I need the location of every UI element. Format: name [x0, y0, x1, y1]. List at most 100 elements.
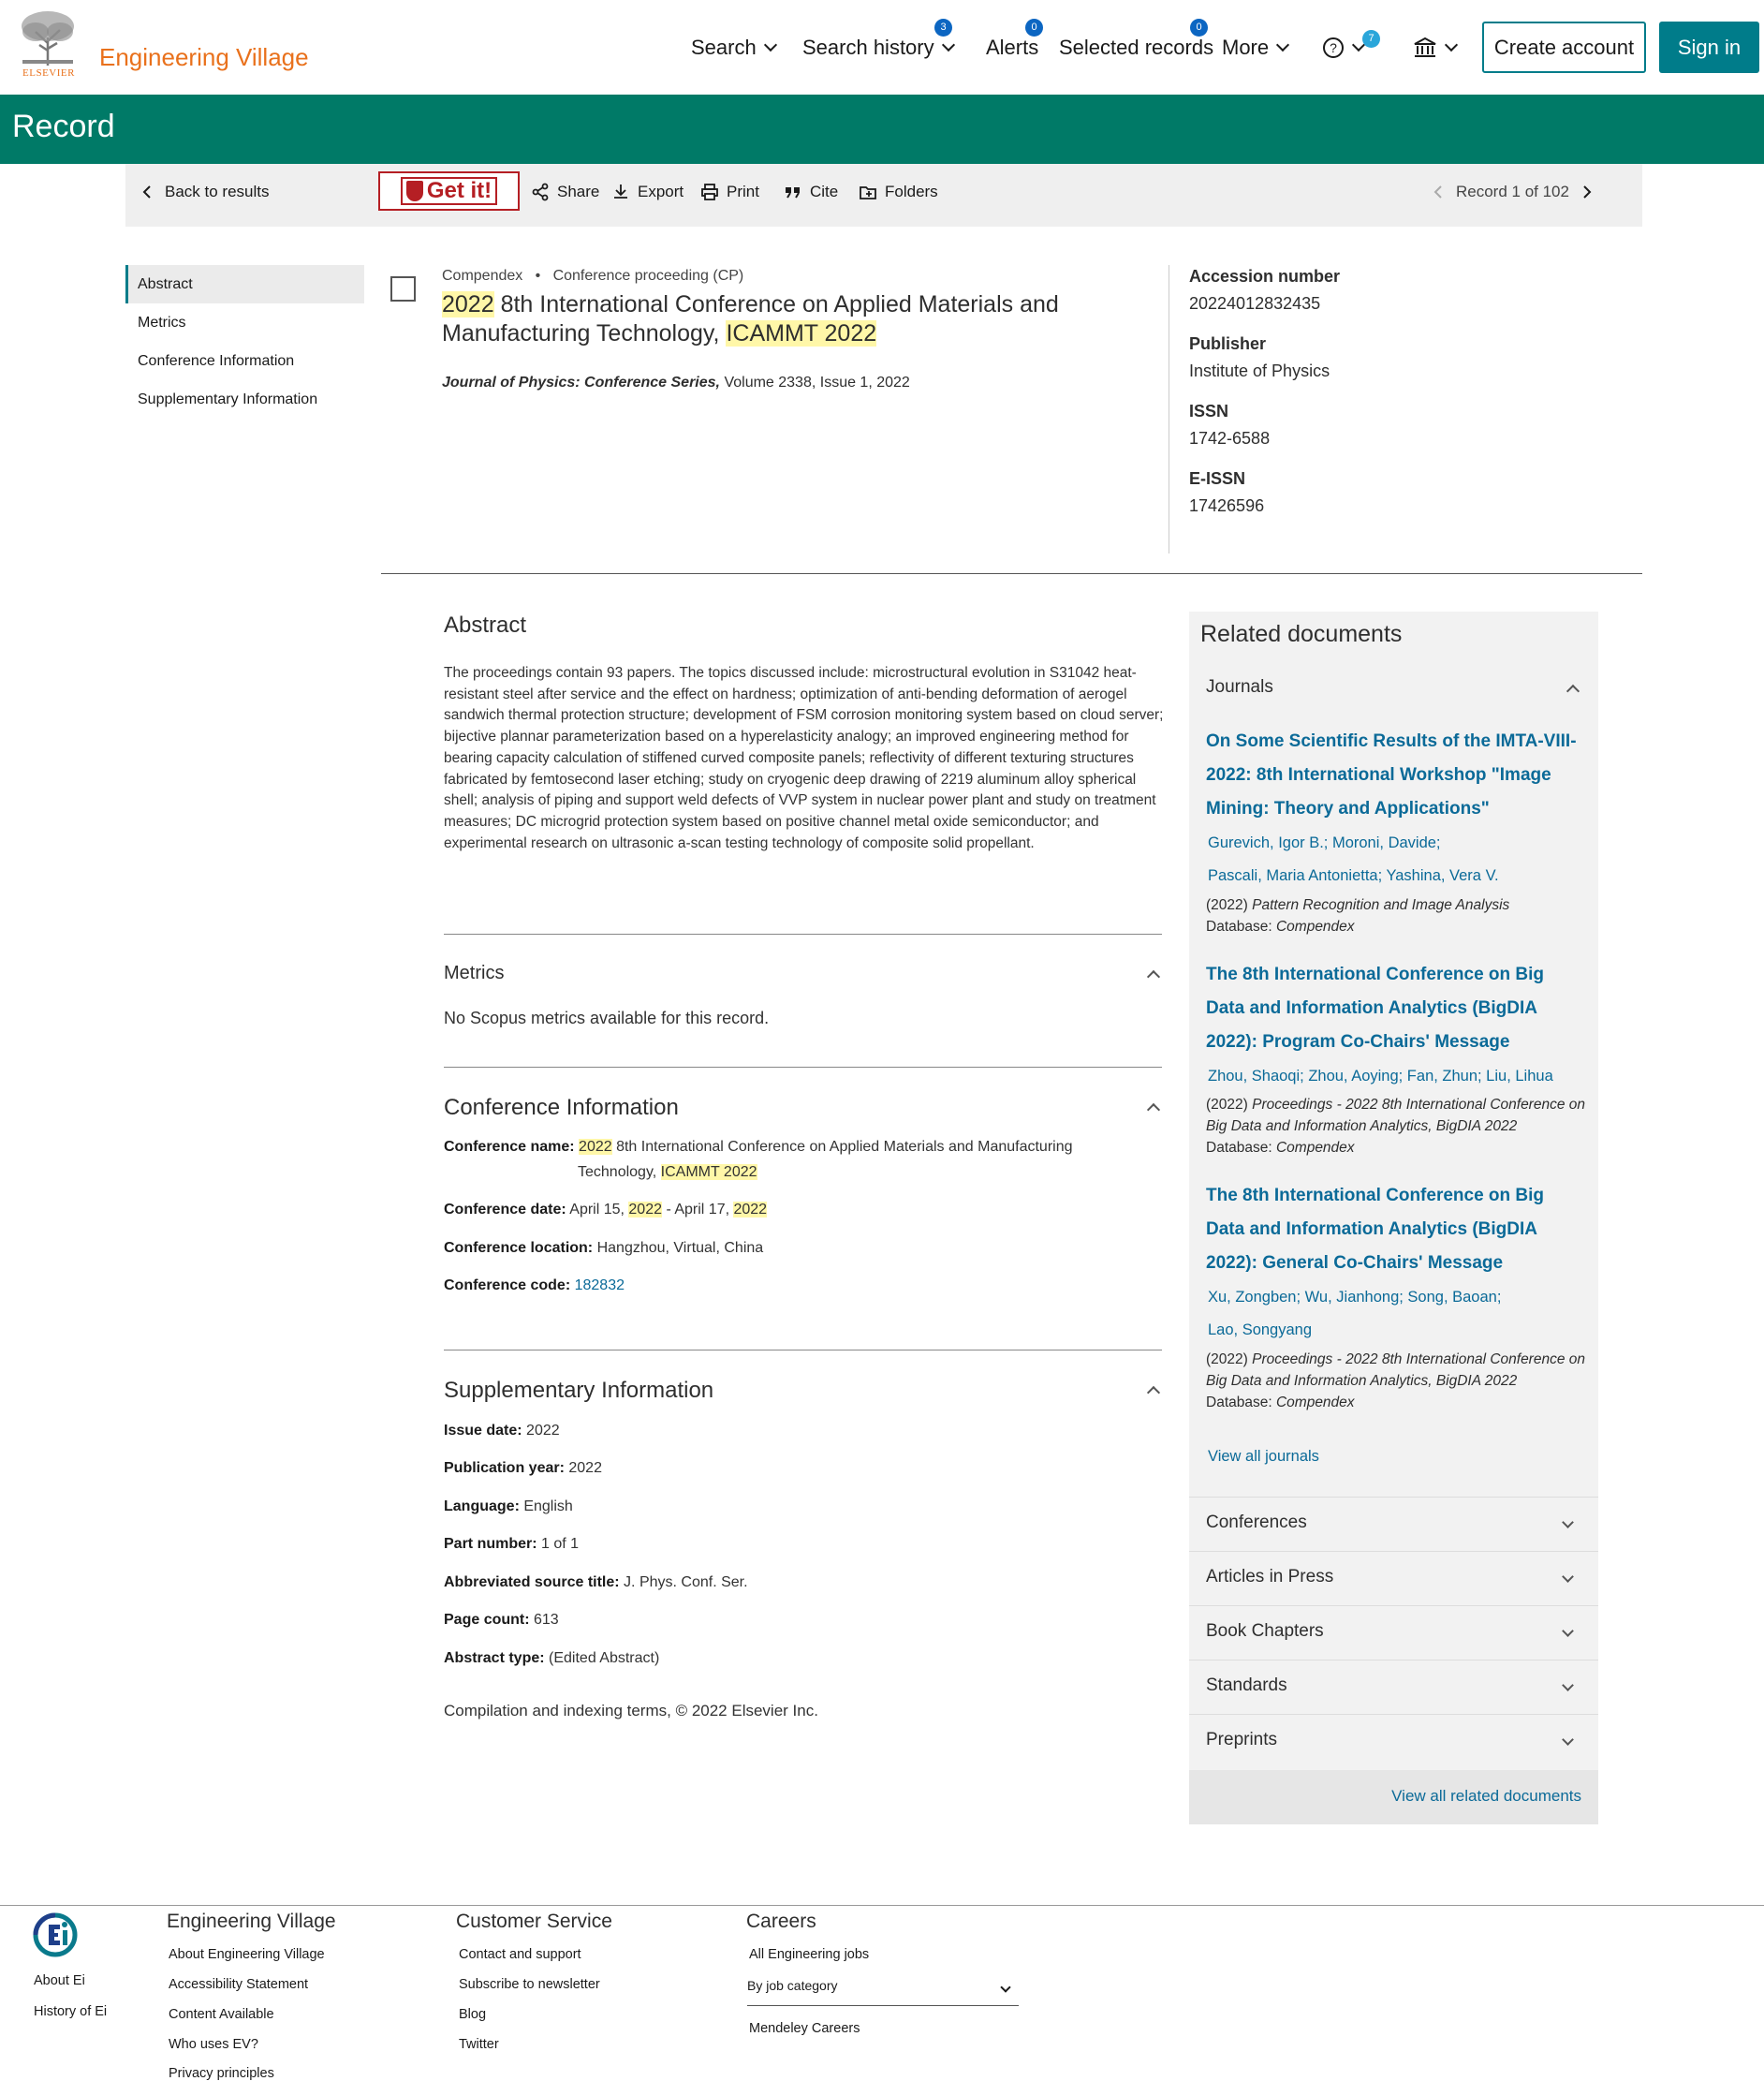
footer-link[interactable]: Twitter [459, 2037, 499, 2052]
print-button[interactable]: Print [700, 180, 759, 204]
related-doc-authors[interactable]: Lao, Songyang [1208, 1314, 1582, 1347]
nav-alerts[interactable]: Alerts 0 [986, 19, 1043, 62]
related-category-conferences[interactable]: Conferences [1189, 1497, 1598, 1551]
share-button[interactable]: Share [531, 180, 599, 204]
related-category-book-chapters[interactable]: Book Chapters [1189, 1605, 1598, 1660]
history-ei-link[interactable]: History of Ei [34, 2004, 107, 2019]
footer-link[interactable]: Contact and support [459, 1947, 581, 1962]
footer-link[interactable]: Subscribe to newsletter [459, 1977, 600, 1992]
next-record-icon[interactable] [1577, 183, 1595, 201]
supp-row: Part number: 1 of 1 [444, 1536, 579, 1553]
supp-label: Page count: [444, 1612, 530, 1628]
footer-link[interactable]: About Engineering Village [169, 1947, 325, 1962]
related-heading: Related documents [1200, 621, 1403, 647]
footer-link[interactable]: Blog [459, 2007, 486, 2022]
conference-location-value: Hangzhou, Virtual, China [593, 1240, 764, 1256]
related-doc-year: (2022) [1206, 1351, 1253, 1367]
ei-logo[interactable] [32, 1911, 79, 1958]
related-category-standards[interactable]: Standards [1189, 1660, 1598, 1714]
nav-selected-records-label: Selected records [1059, 36, 1214, 59]
related-category-preprints[interactable]: Preprints [1189, 1714, 1598, 1768]
conference-date-y1: 2022 [628, 1202, 662, 1218]
help-icon: ? [1323, 37, 1344, 58]
related-doc-authors[interactable]: Gurevich, Igor B.; Moroni, Davide; [1208, 827, 1582, 860]
related-doc-source: Proceedings - 2022 8th International Con… [1206, 1097, 1586, 1134]
download-icon [614, 184, 627, 199]
related-doc-authors[interactable]: Zhou, Shaoqi; Zhou, Aoying; Fan, Zhun; L… [1208, 1060, 1582, 1093]
chevron-left-icon [142, 185, 151, 199]
about-ei-link[interactable]: About Ei [34, 1973, 85, 1988]
job-category-select[interactable]: By job category [747, 1978, 1019, 2006]
select-record-checkbox[interactable] [390, 276, 416, 302]
chevron-down-icon [1444, 37, 1459, 52]
related-doc-authors[interactable]: Xu, Zongben; Wu, Jianhong; Song, Baoan; [1208, 1281, 1582, 1314]
back-to-results-link[interactable]: Back to results [139, 180, 270, 204]
supp-row: Page count: 613 [444, 1612, 559, 1629]
get-it-button[interactable]: Get it! [378, 171, 520, 211]
nav-search-history[interactable]: Search history 3 [802, 19, 955, 62]
related-doc-authors[interactable]: Pascali, Maria Antonietta; Yashina, Vera… [1208, 860, 1582, 893]
related-doc-source: Pattern Recognition and Image Analysis [1252, 897, 1510, 913]
conference-code-row: Conference code: 182832 [444, 1277, 625, 1294]
sign-in-button[interactable]: Sign in [1659, 22, 1759, 73]
footer-link[interactable]: All Engineering jobs [749, 1947, 869, 1962]
conference-date-row: Conference date: April 15, 2022 - April … [444, 1202, 768, 1218]
section-nav-abstract[interactable]: Abstract [125, 265, 364, 303]
chevron-up-icon[interactable] [1146, 969, 1161, 984]
footer-link[interactable]: Content Available [169, 2007, 274, 2022]
view-all-related-link[interactable]: View all related documents [1391, 1787, 1581, 1806]
related-category-articles-in-press[interactable]: Articles in Press [1189, 1551, 1598, 1605]
nav-search[interactable]: Search [691, 34, 777, 62]
chevron-down-icon [1562, 1734, 1574, 1746]
abstract-heading: Abstract [444, 612, 527, 638]
engineering-village-logo[interactable]: Engineering Village [99, 43, 309, 72]
elsevier-tree-logo[interactable] [17, 9, 79, 67]
section-nav-supplementary[interactable]: Supplementary Information [125, 380, 364, 419]
supp-value: J. Phys. Conf. Ser. [619, 1574, 748, 1590]
institution-menu[interactable] [1413, 34, 1459, 62]
create-account-button[interactable]: Create account [1482, 22, 1646, 73]
source-journal: Journal of Physics: Conference Series, [442, 375, 720, 391]
related-doc-year: (2022) [1206, 1097, 1253, 1113]
share-label: Share [557, 183, 600, 200]
footer-link[interactable]: Mendeley Careers [749, 2021, 860, 2036]
chevron-up-icon[interactable] [1146, 1102, 1161, 1117]
metrics-text: No Scopus metrics available for this rec… [444, 1009, 770, 1027]
section-nav-metrics[interactable]: Metrics [125, 303, 364, 342]
chevron-down-icon [1562, 1679, 1574, 1691]
help-menu[interactable]: ? 7 [1322, 30, 1380, 62]
help-badge: 7 [1362, 30, 1380, 48]
conference-location-label: Conference location: [444, 1240, 594, 1256]
supp-value: 2022 [564, 1460, 602, 1476]
section-nav-conference[interactable]: Conference Information [125, 342, 364, 380]
section-nav: Abstract Metrics Conference Information … [125, 265, 364, 419]
cite-button[interactable]: Cite [784, 180, 838, 204]
supp-label: Part number: [444, 1536, 537, 1552]
eissn-link[interactable]: 17426596 [1189, 496, 1524, 516]
related-category-label: Standards [1206, 1675, 1287, 1695]
footer-link[interactable]: Privacy principles [169, 2066, 274, 2081]
related-doc-link[interactable]: The 8th International Conference on Big … [1206, 1179, 1585, 1280]
conference-code-link[interactable]: 182832 [575, 1277, 625, 1293]
supplementary-heading[interactable]: Supplementary Information [444, 1378, 713, 1404]
folders-button[interactable]: Folders [859, 180, 938, 204]
footer-link[interactable]: Who uses EV? [169, 2037, 258, 2052]
view-all-journals-link[interactable]: View all journals [1208, 1448, 1319, 1466]
supp-row: Publication year: 2022 [444, 1460, 602, 1477]
metrics-heading[interactable]: Metrics [444, 963, 504, 984]
related-doc-link[interactable]: On Some Scientific Results of the IMTA-V… [1206, 725, 1585, 826]
issn-link[interactable]: 1742-6588 [1189, 429, 1524, 449]
related-journals-toggle[interactable]: Journals [1206, 677, 1273, 698]
related-doc-db: Compendex [1275, 1395, 1355, 1410]
chevron-down-icon [1562, 1516, 1574, 1528]
search-history-badge: 3 [934, 19, 952, 37]
footer-divider [0, 1905, 1764, 1906]
chevron-up-icon[interactable] [1146, 1385, 1161, 1400]
footer-link[interactable]: Accessibility Statement [169, 1977, 308, 1992]
conference-heading[interactable]: Conference Information [444, 1095, 679, 1121]
related-doc-link[interactable]: The 8th International Conference on Big … [1206, 958, 1585, 1059]
nav-selected-records[interactable]: Selected records 0 [1059, 19, 1214, 62]
previous-record-icon[interactable] [1430, 183, 1448, 201]
export-button[interactable]: Export [611, 180, 684, 204]
nav-more[interactable]: More [1222, 34, 1290, 62]
